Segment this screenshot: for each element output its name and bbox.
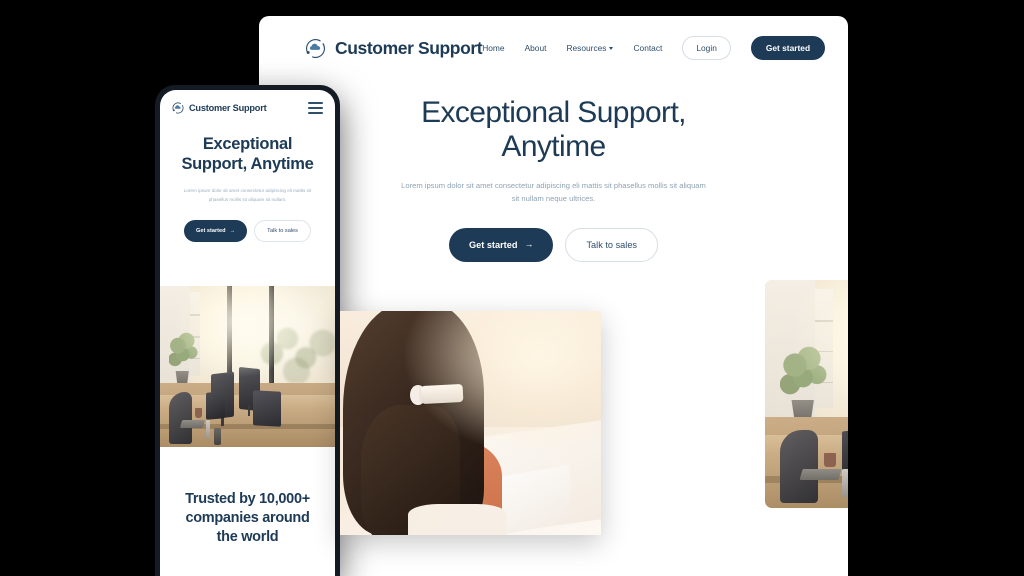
office-desks-image [160, 286, 335, 447]
desktop-hero-heading-line1: Exceptional Support, [421, 96, 686, 129]
cloud-orbit-icon [172, 102, 184, 114]
arrow-right-icon: → [229, 228, 236, 235]
hero-get-started-button[interactable]: Get started → [448, 227, 554, 262]
nav-link-about[interactable]: About [525, 43, 547, 53]
desktop-hero-heading-line2: Anytime [501, 129, 606, 163]
desktop-navbar: Customer Support Home About Resources Co… [259, 16, 848, 80]
nav-link-resources[interactable]: Resources [566, 43, 614, 53]
nav-link-home[interactable]: Home [482, 43, 504, 53]
mobile-brand-name: Customer Support [189, 103, 267, 113]
nav-link-resources-label: Resources [566, 43, 607, 53]
cloud-orbit-icon [306, 38, 325, 58]
mobile-hero-subtext: Lorem ipsum dolor sit amet consectetur a… [183, 188, 312, 203]
desktop-hero-subtext: Lorem ipsum dolor sit amet consectetur a… [401, 181, 706, 204]
mobile-hero-heading-line2: Support, Anytime [181, 155, 314, 174]
mobile-hero: Exceptional Support, Anytime Lorem ipsum… [160, 134, 335, 243]
mobile-hero-cta-group: Get started → Talk to sales [170, 220, 325, 243]
woman-with-headset-image [340, 311, 601, 535]
mobile-hero-photo [160, 286, 335, 447]
foreground-overlap-photo [340, 311, 601, 535]
mobile-phone-mockup: Customer Support Exceptional Support, An… [155, 85, 340, 576]
login-button[interactable]: Login [682, 36, 731, 60]
mobile-hero-heading-line1: Exceptional [202, 135, 293, 153]
mobile-brand-logo[interactable]: Customer Support [172, 102, 267, 114]
desktop-brand-logo[interactable]: Customer Support [305, 37, 483, 59]
nav-get-started-button[interactable]: Get started [750, 36, 826, 60]
mobile-get-started-button[interactable]: Get started → [184, 220, 248, 243]
mobile-talk-to-sales-button[interactable]: Talk to sales [254, 220, 311, 243]
nav-link-about-label: About [524, 43, 547, 53]
hero-get-started-label: Get started [468, 239, 518, 250]
mobile-get-started-label: Get started [196, 228, 226, 235]
desktop-hero: Exceptional Support, Anytime Lorem ipsum… [259, 96, 848, 262]
nav-link-home-label: Home [482, 43, 505, 53]
mobile-navbar: Customer Support [160, 90, 335, 126]
office-support-agent-image [765, 280, 848, 508]
desktop-hero-photo [765, 280, 848, 508]
hamburger-menu-icon[interactable] [308, 102, 323, 114]
mockup-stage: Customer Support Home About Resources Co… [0, 0, 1024, 576]
desktop-hero-heading: Exceptional Support, Anytime [259, 96, 848, 163]
desktop-hero-cta-group: Get started → Talk to sales [259, 227, 848, 262]
mobile-screen: Customer Support Exceptional Support, An… [160, 90, 335, 576]
desktop-brand-name: Customer Support [335, 37, 483, 58]
nav-link-contact[interactable]: Contact [633, 43, 662, 53]
chevron-down-icon [609, 47, 614, 50]
mobile-hero-heading: Exceptional Support, Anytime [170, 134, 325, 174]
desktop-nav-right: Home About Resources Contact Login Get s… [482, 36, 826, 60]
mobile-trusted-heading: Trusted by 10,000+ companies around the … [185, 491, 310, 545]
hero-talk-to-sales-button[interactable]: Talk to sales [565, 227, 659, 262]
nav-link-contact-label: Contact [633, 43, 663, 53]
arrow-right-icon: → [524, 239, 534, 250]
